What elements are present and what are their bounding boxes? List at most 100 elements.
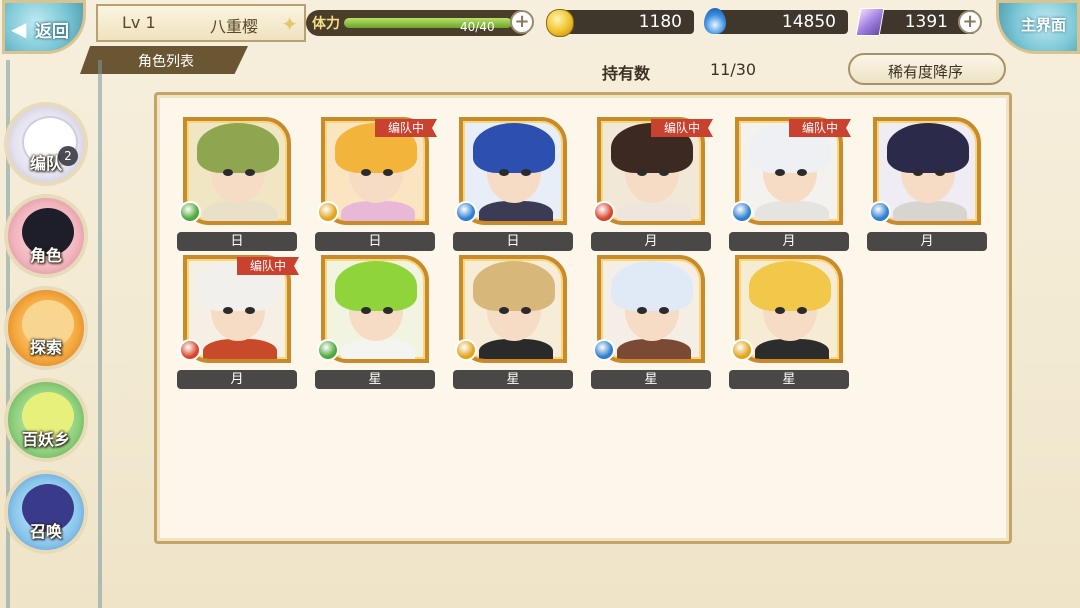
character-eye xyxy=(797,307,807,314)
home-button[interactable]: 主界面 xyxy=(996,0,1080,54)
sidebar-item-characters[interactable]: 角色 xyxy=(4,194,88,278)
character-eye xyxy=(521,169,531,176)
page-title: 角色列表 xyxy=(80,46,248,74)
character-body xyxy=(893,201,967,221)
character-hair xyxy=(749,261,831,311)
character-attribute-label: 日 xyxy=(453,232,573,251)
character-eye xyxy=(775,169,785,176)
soul-fire-value: 14850 xyxy=(781,12,836,32)
character-eye xyxy=(499,307,509,314)
character-card[interactable]: 日 xyxy=(177,117,297,253)
character-eye xyxy=(223,169,233,176)
character-attribute-label: 月 xyxy=(591,232,711,251)
character-card[interactable]: 星 xyxy=(591,255,711,391)
character-eye xyxy=(637,307,647,314)
character-attribute-label: 月 xyxy=(729,232,849,251)
character-body xyxy=(203,339,277,359)
player-level-panel: Lv 1 八重樱 ✦ xyxy=(96,4,306,42)
character-body xyxy=(341,339,415,359)
owned-count-value: 11/30 xyxy=(710,60,757,79)
stamina-label: 体力 xyxy=(312,16,340,32)
sidebar-item-label: 角色 xyxy=(29,246,62,265)
character-attribute-label: 月 xyxy=(177,370,297,389)
sidebar-item-summon[interactable]: 召唤 xyxy=(4,470,88,554)
character-eye xyxy=(797,169,807,176)
character-card[interactable]: 月 xyxy=(867,117,987,253)
wind-element-icon xyxy=(317,339,339,361)
crystal-gem-icon xyxy=(855,8,885,36)
character-eye xyxy=(659,307,669,314)
sidebar-item-label: 编队 xyxy=(29,154,62,173)
character-eye xyxy=(245,169,255,176)
wind-element-icon xyxy=(179,201,201,223)
character-card[interactable]: 星 xyxy=(315,255,435,391)
character-eye xyxy=(913,169,923,176)
character-body xyxy=(755,201,829,221)
sidebar-item-explore[interactable]: 探索 xyxy=(4,286,88,370)
sort-rarity-button[interactable]: 稀有度降序 xyxy=(848,53,1006,85)
character-hair xyxy=(887,123,969,173)
fire-element-icon xyxy=(593,201,615,223)
character-body xyxy=(617,339,691,359)
character-body xyxy=(203,201,277,221)
home-label: 主界面 xyxy=(1021,16,1067,34)
character-card[interactable]: 编队中月 xyxy=(729,117,851,253)
character-body xyxy=(755,339,829,359)
character-eye xyxy=(361,307,371,314)
character-card[interactable]: 日 xyxy=(453,117,573,253)
in-team-tag: 编队中 xyxy=(789,119,851,137)
owned-count-label: 持有数 xyxy=(602,64,651,83)
character-hair xyxy=(473,261,555,311)
character-card[interactable]: 编队中月 xyxy=(177,255,299,391)
character-card[interactable]: 星 xyxy=(453,255,573,391)
sidebar-item-team[interactable]: 2 编队 xyxy=(4,102,88,186)
in-team-tag: 编队中 xyxy=(375,119,437,137)
character-eye xyxy=(223,307,233,314)
back-label: 返回 xyxy=(35,22,69,42)
coin-icon xyxy=(546,9,574,37)
light-element-icon xyxy=(455,339,477,361)
character-hair xyxy=(197,123,279,173)
character-eye xyxy=(935,169,945,176)
character-list-panel: 日编队中日日编队中月编队中月月编队中月星星星星 xyxy=(154,92,1012,544)
add-gems-button[interactable]: + xyxy=(958,10,982,34)
water-element-icon xyxy=(731,201,753,223)
water-element-icon xyxy=(593,339,615,361)
star-icon: ✦ xyxy=(281,12,298,36)
character-hair xyxy=(611,261,693,311)
character-hair xyxy=(335,261,417,311)
sort-label: 稀有度降序 xyxy=(888,63,964,81)
character-body xyxy=(617,201,691,221)
light-element-icon xyxy=(317,201,339,223)
page-title-text: 角色列表 xyxy=(138,54,194,70)
fire-element-icon xyxy=(179,339,201,361)
coin-value: 1180 xyxy=(638,12,682,32)
soul-fire-counter: 14850 xyxy=(712,10,848,34)
back-button[interactable]: ◀ 返回 xyxy=(2,0,86,54)
character-eye xyxy=(499,169,509,176)
character-eye xyxy=(659,169,669,176)
add-stamina-button[interactable]: + xyxy=(510,10,534,34)
character-eye xyxy=(775,307,785,314)
character-attribute-label: 星 xyxy=(591,370,711,389)
character-body xyxy=(479,339,553,359)
sidebar-item-label: 召唤 xyxy=(29,522,62,541)
blue-flame-icon xyxy=(704,8,726,34)
character-attribute-label: 日 xyxy=(315,232,435,251)
sidebar-item-village[interactable]: 百妖乡 xyxy=(4,378,88,462)
character-card[interactable]: 编队中日 xyxy=(315,117,437,253)
player-name: 八重樱 xyxy=(210,17,259,36)
in-team-tag: 编队中 xyxy=(651,119,713,137)
player-level: Lv 1 xyxy=(122,13,156,32)
character-card[interactable]: 编队中月 xyxy=(591,117,713,253)
character-attribute-label: 日 xyxy=(177,232,297,251)
stamina-bar: 体力 40/40 xyxy=(306,10,532,36)
character-body xyxy=(479,201,553,221)
gem-value: 1391 xyxy=(904,12,948,32)
character-card[interactable]: 星 xyxy=(729,255,849,391)
character-hair xyxy=(473,123,555,173)
character-attribute-label: 星 xyxy=(729,370,849,389)
in-team-tag: 编队中 xyxy=(237,257,299,275)
character-attribute-label: 星 xyxy=(453,370,573,389)
coin-counter: 1180 xyxy=(556,10,694,34)
